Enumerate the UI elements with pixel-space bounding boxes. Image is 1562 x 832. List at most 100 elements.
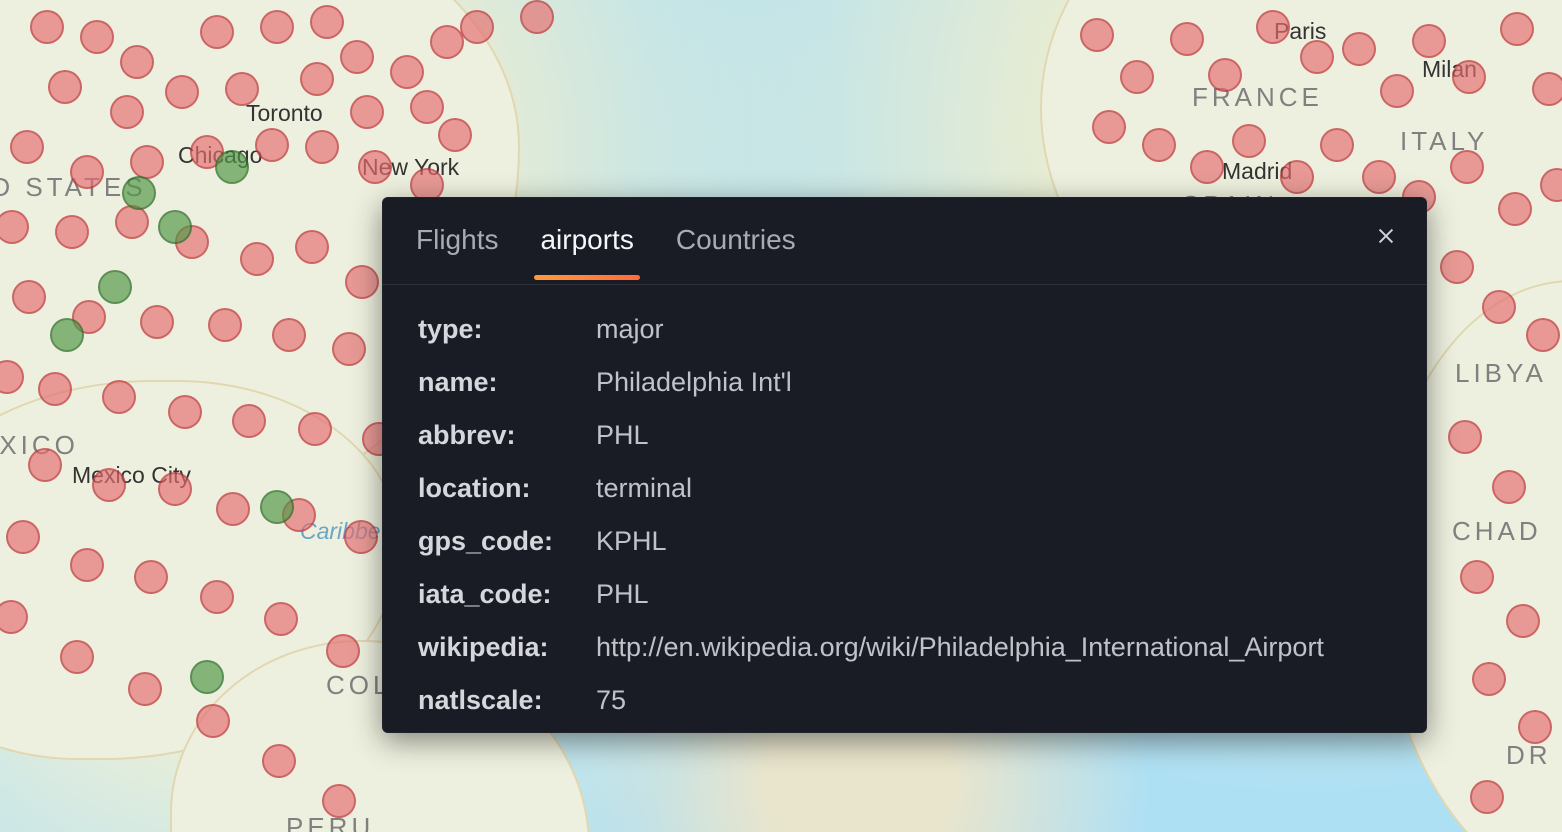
airport-marker[interactable] bbox=[168, 395, 202, 429]
airport-marker[interactable] bbox=[1450, 150, 1484, 184]
airport-marker[interactable] bbox=[1452, 60, 1486, 94]
airport-marker-alt[interactable] bbox=[190, 660, 224, 694]
airport-marker-alt[interactable] bbox=[260, 490, 294, 524]
airport-marker[interactable] bbox=[264, 602, 298, 636]
airport-marker[interactable] bbox=[1080, 18, 1114, 52]
airport-marker[interactable] bbox=[1500, 12, 1534, 46]
airport-marker[interactable] bbox=[295, 230, 329, 264]
airport-marker[interactable] bbox=[102, 380, 136, 414]
airport-marker[interactable] bbox=[240, 242, 274, 276]
airport-marker[interactable] bbox=[158, 472, 192, 506]
airport-marker[interactable] bbox=[345, 265, 379, 299]
airport-marker[interactable] bbox=[1412, 24, 1446, 58]
airport-marker[interactable] bbox=[12, 280, 46, 314]
airport-marker[interactable] bbox=[130, 145, 164, 179]
airport-marker[interactable] bbox=[520, 0, 554, 34]
airport-marker[interactable] bbox=[1142, 128, 1176, 162]
airport-marker[interactable] bbox=[70, 548, 104, 582]
airport-marker[interactable] bbox=[262, 744, 296, 778]
airport-marker[interactable] bbox=[1320, 128, 1354, 162]
airport-marker[interactable] bbox=[80, 20, 114, 54]
airport-marker[interactable] bbox=[410, 90, 444, 124]
airport-marker[interactable] bbox=[438, 118, 472, 152]
airport-marker[interactable] bbox=[140, 305, 174, 339]
airport-marker[interactable] bbox=[326, 634, 360, 668]
airport-marker-alt[interactable] bbox=[215, 150, 249, 184]
airport-marker[interactable] bbox=[1518, 710, 1552, 744]
airport-marker[interactable] bbox=[208, 308, 242, 342]
airport-marker[interactable] bbox=[1280, 160, 1314, 194]
airport-marker[interactable] bbox=[92, 468, 126, 502]
airport-marker[interactable] bbox=[1492, 470, 1526, 504]
airport-marker-alt[interactable] bbox=[50, 318, 84, 352]
airport-marker[interactable] bbox=[298, 412, 332, 446]
airport-marker[interactable] bbox=[260, 10, 294, 44]
airport-marker[interactable] bbox=[255, 128, 289, 162]
airport-marker[interactable] bbox=[322, 784, 356, 818]
airport-marker[interactable] bbox=[1460, 560, 1494, 594]
airport-marker[interactable] bbox=[1300, 40, 1334, 74]
tab-airports[interactable]: airports bbox=[540, 226, 633, 278]
airport-marker[interactable] bbox=[272, 318, 306, 352]
airport-marker[interactable] bbox=[1380, 74, 1414, 108]
airport-marker[interactable] bbox=[1092, 110, 1126, 144]
airport-marker[interactable] bbox=[344, 520, 378, 554]
airport-marker[interactable] bbox=[310, 5, 344, 39]
airport-marker[interactable] bbox=[115, 205, 149, 239]
airport-marker[interactable] bbox=[1482, 290, 1516, 324]
airport-marker[interactable] bbox=[300, 62, 334, 96]
airport-marker[interactable] bbox=[110, 95, 144, 129]
airport-marker[interactable] bbox=[1498, 192, 1532, 226]
airport-marker[interactable] bbox=[1506, 604, 1540, 638]
close-button[interactable] bbox=[1371, 223, 1401, 253]
airport-marker[interactable] bbox=[1170, 22, 1204, 56]
airport-marker[interactable] bbox=[48, 70, 82, 104]
airport-marker[interactable] bbox=[225, 72, 259, 106]
airport-marker[interactable] bbox=[350, 95, 384, 129]
airport-marker[interactable] bbox=[1232, 124, 1266, 158]
airport-marker[interactable] bbox=[38, 372, 72, 406]
airport-marker[interactable] bbox=[28, 448, 62, 482]
airport-marker-alt[interactable] bbox=[158, 210, 192, 244]
airport-marker[interactable] bbox=[332, 332, 366, 366]
airport-marker[interactable] bbox=[200, 580, 234, 614]
airport-marker[interactable] bbox=[60, 640, 94, 674]
airport-marker[interactable] bbox=[305, 130, 339, 164]
airport-marker[interactable] bbox=[1470, 780, 1504, 814]
airport-marker[interactable] bbox=[232, 404, 266, 438]
airport-marker[interactable] bbox=[216, 492, 250, 526]
airport-marker[interactable] bbox=[1448, 420, 1482, 454]
airport-marker-alt[interactable] bbox=[98, 270, 132, 304]
airport-marker[interactable] bbox=[128, 672, 162, 706]
airport-marker[interactable] bbox=[460, 10, 494, 44]
airport-marker[interactable] bbox=[1440, 250, 1474, 284]
airport-marker[interactable] bbox=[358, 150, 392, 184]
airport-marker[interactable] bbox=[165, 75, 199, 109]
airport-marker[interactable] bbox=[1342, 32, 1376, 66]
airport-marker[interactable] bbox=[1472, 662, 1506, 696]
airport-marker[interactable] bbox=[120, 45, 154, 79]
airport-marker[interactable] bbox=[430, 25, 464, 59]
airport-marker[interactable] bbox=[390, 55, 424, 89]
airport-marker[interactable] bbox=[1190, 150, 1224, 184]
airport-marker[interactable] bbox=[1532, 72, 1562, 106]
airport-marker[interactable] bbox=[1120, 60, 1154, 94]
airport-marker[interactable] bbox=[134, 560, 168, 594]
detail-key: gps_code: bbox=[418, 526, 596, 557]
airport-marker-alt[interactable] bbox=[122, 176, 156, 210]
tab-flights[interactable]: Flights bbox=[416, 226, 498, 278]
airport-marker[interactable] bbox=[1362, 160, 1396, 194]
airport-marker[interactable] bbox=[55, 215, 89, 249]
tab-countries[interactable]: Countries bbox=[676, 226, 796, 278]
airport-marker[interactable] bbox=[10, 130, 44, 164]
airport-marker[interactable] bbox=[6, 520, 40, 554]
airport-marker[interactable] bbox=[340, 40, 374, 74]
airport-marker[interactable] bbox=[70, 155, 104, 189]
airport-marker[interactable] bbox=[1256, 10, 1290, 44]
airport-marker[interactable] bbox=[1208, 58, 1242, 92]
detail-key: iata_code: bbox=[418, 579, 596, 610]
airport-marker[interactable] bbox=[1526, 318, 1560, 352]
airport-marker[interactable] bbox=[196, 704, 230, 738]
airport-marker[interactable] bbox=[200, 15, 234, 49]
airport-marker[interactable] bbox=[30, 10, 64, 44]
